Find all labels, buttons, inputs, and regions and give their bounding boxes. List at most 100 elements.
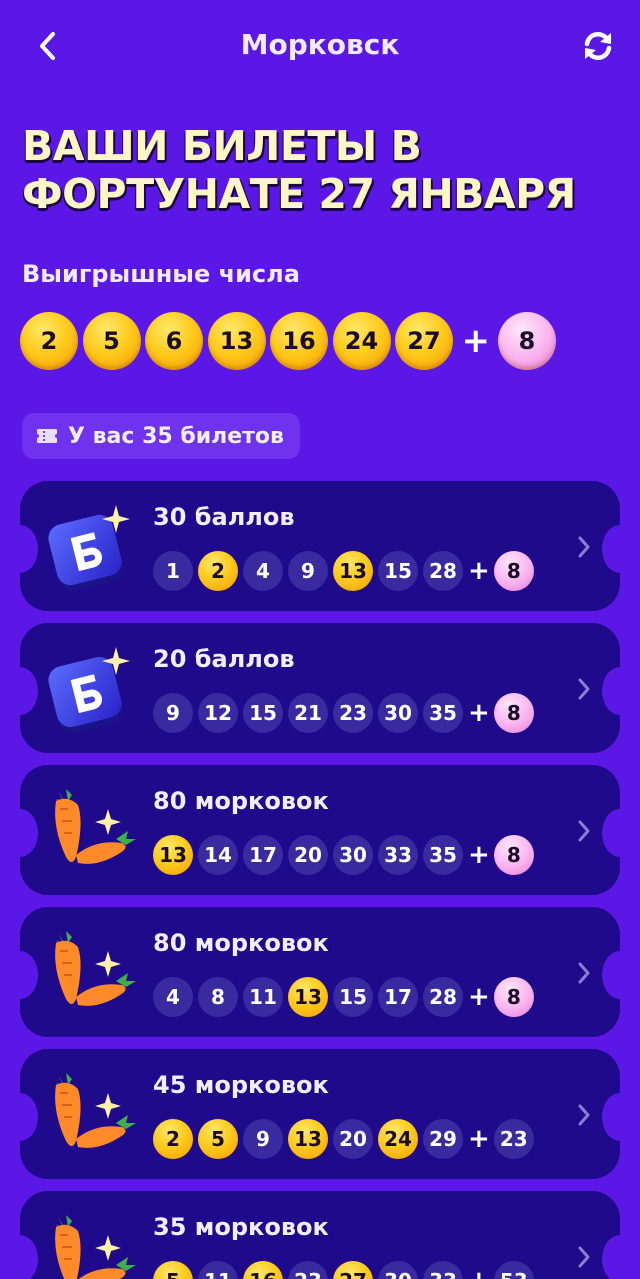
ticket-ball: 4 [153,977,193,1017]
ticket-ball: 17 [243,835,283,875]
winning-ball: 27 [395,312,453,370]
ticket-ball: 21 [288,693,328,733]
ticket-card[interactable]: 80 морковок 13 14 17 20 30 33 35 +8 [2,765,638,895]
chevron-right-icon[interactable] [574,533,594,561]
winning-ball: 13 [207,312,266,370]
ticket-ball: 15 [243,693,283,733]
winning-ball: 5 [82,312,141,370]
ticket-prize: 80 морковок [153,787,329,815]
ticket-ball: 33 [378,835,418,875]
winning-ball: 6 [145,312,203,370]
ticket-ball: 13 [288,1119,328,1159]
ticket-prize: 20 баллов [153,645,295,673]
ticket-ball: 23 [333,693,373,733]
ticket-card[interactable]: 45 морковок 2 5 9 13 20 24 29 +23 [2,1049,638,1179]
ticket-ball: 13 [333,551,373,591]
ticket-ball: 2 [153,1119,193,1159]
ticket-ball: 27 [333,1261,373,1279]
ticket-ball: 15 [333,977,373,1017]
carrot-icon [46,1211,136,1279]
ticket-ball: 2 [198,551,238,591]
top-bar: Морковск [0,0,640,92]
ticket-ball: 20 [288,835,328,875]
points-b-icon [46,501,136,593]
winning-numbers-row: 2 5 6 13 16 24 27 +8 [20,312,561,370]
ticket-ball: 28 [423,551,463,591]
ticket-ball: 5 [198,1119,238,1159]
tickets-count-text: У вас 35 билетов [68,423,284,449]
plus-sign: + [461,321,491,361]
ticket-numbers: 13 14 17 20 30 33 35 +8 [153,835,539,875]
ticket-bonus-ball: 23 [493,1119,534,1159]
chevron-right-icon[interactable] [574,959,594,987]
ticket-ball: 12 [198,693,238,733]
ticket-card[interactable]: 35 морковок 5 11 16 23 27 30 33 +53 [2,1191,638,1279]
plus-sign: + [468,556,490,586]
ticket-bonus-ball: 53 [493,1261,534,1279]
ticket-ball: 11 [243,977,283,1017]
chevron-right-icon[interactable] [574,1243,594,1271]
ticket-ball: 15 [378,551,418,591]
chevron-right-icon[interactable] [574,817,594,845]
ticket-ball: 13 [153,835,193,875]
refresh-icon [584,31,612,61]
ticket-numbers: 2 5 9 13 20 24 29 +23 [153,1119,539,1159]
ticket-ball: 28 [423,977,463,1017]
ticket-ball: 20 [333,1119,373,1159]
ticket-icon [36,428,58,444]
ticket-ball: 35 [423,835,463,875]
ticket-ball: 30 [378,693,418,733]
ticket-ball: 24 [378,1119,418,1159]
ticket-ball: 35 [423,693,463,733]
points-b-icon [46,643,136,735]
winning-ball: 2 [20,312,78,370]
ticket-ball: 4 [243,551,283,591]
ticket-prize: 30 баллов [153,503,295,531]
ticket-bonus-ball: 8 [493,977,534,1017]
chevron-right-icon[interactable] [574,675,594,703]
ticket-card[interactable]: 80 морковок 4 8 11 13 15 17 28 +8 [2,907,638,1037]
ticket-numbers: 9 12 15 21 23 30 35 +8 [153,693,539,733]
ticket-ball: 9 [288,551,328,591]
ticket-ball: 30 [333,835,373,875]
ticket-ball: 9 [243,1119,283,1159]
ticket-ball: 8 [198,977,238,1017]
ticket-numbers: 4 8 11 13 15 17 28 +8 [153,977,539,1017]
headline: ВАШИ БИЛЕТЫ В ФОРТУНАТЕ 27 ЯНВАРЯ [22,122,576,218]
ticket-ball: 29 [423,1119,463,1159]
ticket-ball: 23 [288,1261,328,1279]
carrot-icon [46,1069,136,1161]
ticket-bonus-ball: 8 [493,551,534,591]
ticket-ball: 1 [153,551,193,591]
plus-sign: + [468,698,490,728]
carrot-icon [46,785,136,877]
ticket-ball: 5 [153,1261,193,1279]
plus-sign: + [468,1266,490,1279]
ticket-prize: 35 морковок [153,1213,329,1241]
ticket-numbers: 5 11 16 23 27 30 33 +53 [153,1261,539,1279]
chevron-right-icon[interactable] [574,1101,594,1129]
ticket-card[interactable]: 30 баллов 1 2 4 9 13 15 28 +8 [2,481,638,611]
ticket-card[interactable]: 20 баллов 9 12 15 21 23 30 35 +8 [2,623,638,753]
ticket-ball: 16 [243,1261,283,1279]
tickets-list: 30 баллов 1 2 4 9 13 15 28 +8 20 баллов 9 12 15 21 23… [2,481,638,1279]
winning-ball: 24 [332,312,391,370]
winning-ball: 16 [270,312,328,370]
page-title: Морковск [240,28,400,61]
ticket-numbers: 1 2 4 9 13 15 28 +8 [153,551,539,591]
winning-numbers-label: Выигрышные числа [22,260,300,288]
ticket-bonus-ball: 8 [493,835,534,875]
refresh-button[interactable] [578,26,618,66]
ticket-ball: 11 [198,1261,238,1279]
ticket-prize: 80 морковок [153,929,329,957]
ticket-ball: 13 [288,977,328,1017]
ticket-ball: 14 [198,835,238,875]
ticket-ball: 17 [378,977,418,1017]
carrot-icon [46,927,136,1019]
ticket-ball: 30 [378,1261,418,1279]
ticket-ball: 9 [153,693,193,733]
winning-bonus-ball: 8 [498,312,556,370]
ticket-bonus-ball: 8 [493,693,534,733]
ticket-prize: 45 морковок [153,1071,329,1099]
plus-sign: + [468,1124,490,1154]
